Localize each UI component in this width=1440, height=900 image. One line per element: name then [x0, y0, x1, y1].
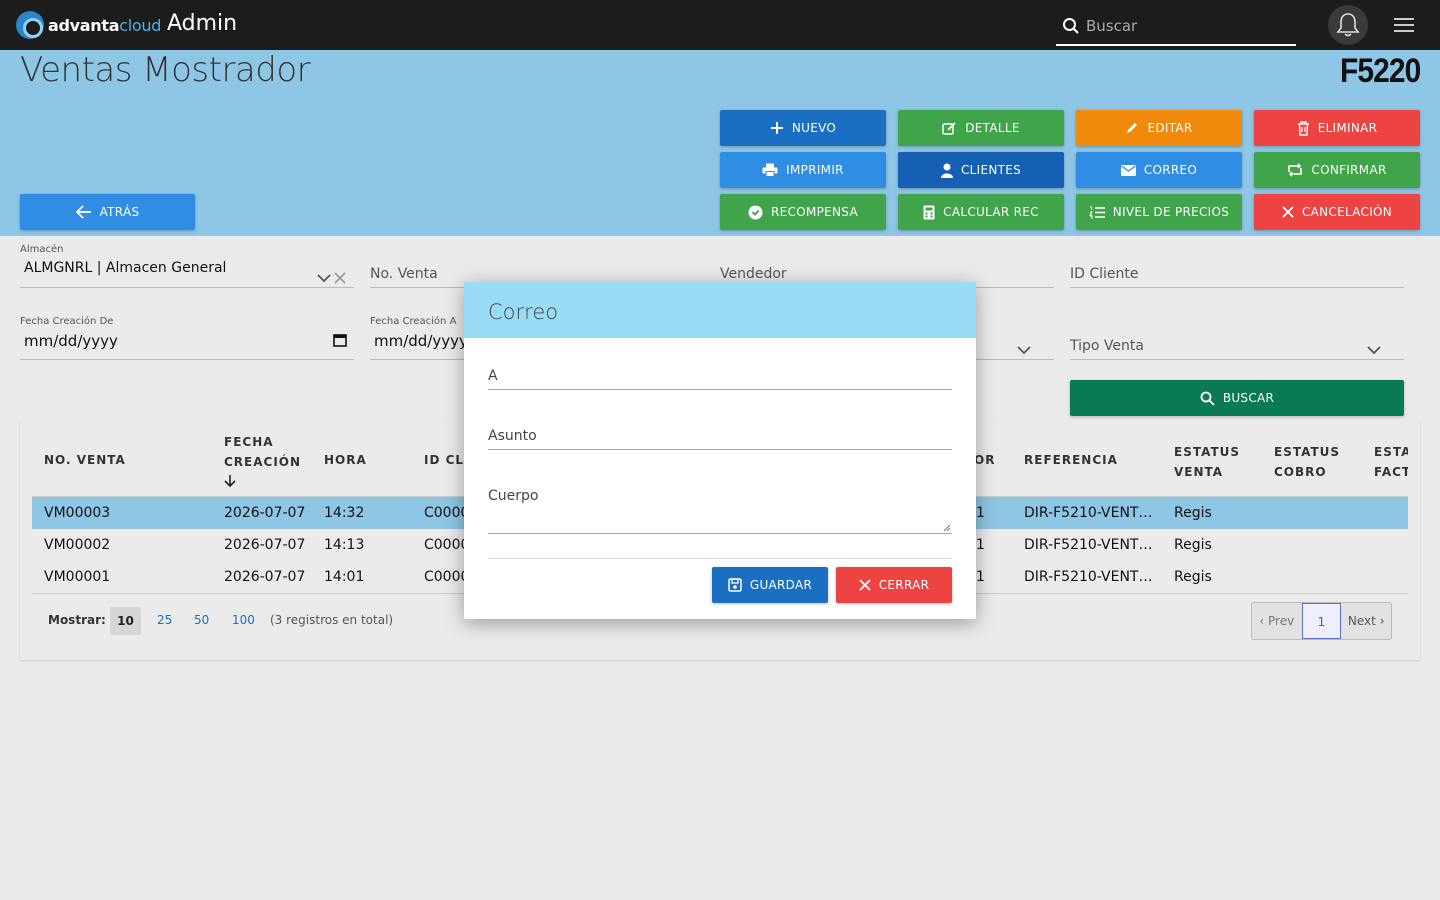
chevron-down-icon — [317, 274, 331, 283]
calculate-button[interactable]: CALCULAR REC — [898, 194, 1064, 230]
check-circle-icon — [748, 205, 763, 219]
confirm-button[interactable]: CONFIRMAR — [1254, 152, 1420, 188]
page-title: Ventas Mostrador — [20, 50, 311, 90]
envelope-icon — [1120, 164, 1136, 176]
search-box[interactable] — [1056, 8, 1296, 46]
clients-button[interactable]: CLIENTES — [898, 152, 1064, 188]
to-input[interactable]: A — [488, 366, 952, 390]
arrow-left-icon — [75, 205, 91, 219]
chevron-down-icon — [1367, 346, 1381, 355]
repeat-icon — [1288, 163, 1303, 177]
edit-button[interactable]: EDITAR — [1076, 110, 1242, 146]
close-button[interactable]: CERRAR — [836, 567, 952, 603]
close-icon — [859, 579, 871, 591]
logo-icon — [16, 11, 44, 39]
calendar-icon[interactable] — [333, 333, 347, 347]
subject-input[interactable]: Asunto — [488, 426, 952, 450]
body-textarea[interactable]: Cuerpo — [488, 486, 952, 534]
user-icon — [940, 163, 953, 178]
col-header-referencia[interactable]: REFERENCIA — [1024, 450, 1118, 470]
client-id-input[interactable]: ID Cliente — [1070, 258, 1404, 288]
date-from-input[interactable]: Fecha Creación De mm/dd/yyyy — [20, 316, 354, 360]
delete-button[interactable]: ELIMINAR — [1254, 110, 1420, 146]
app-title: Admin — [167, 11, 238, 36]
brand-name: advantacloud — [48, 15, 162, 35]
resize-handle-icon[interactable] — [943, 524, 951, 532]
sale-type-select[interactable]: Tipo Venta — [1070, 330, 1404, 360]
brand-logo[interactable]: advantacloud — [16, 11, 161, 39]
company-code: F5220 — [1339, 52, 1421, 90]
col-header-hora[interactable]: HORA — [324, 450, 367, 470]
col-header-estatus-venta[interactable]: ESTATUS VENTA — [1174, 442, 1240, 482]
notifications-button[interactable] — [1328, 5, 1368, 45]
warehouse-select[interactable]: Almacén ALMGNRL | Almacen General — [20, 244, 354, 288]
edit-square-icon — [942, 121, 956, 135]
reward-button[interactable]: RECOMPENSA — [720, 194, 886, 230]
trash-icon — [1297, 120, 1309, 136]
hamburger-menu-icon[interactable] — [1394, 15, 1414, 35]
prev-page-button[interactable]: ‹ Prev — [1252, 603, 1302, 639]
pagination: ‹ Prev 1 Next › — [1251, 602, 1392, 640]
bell-icon — [1336, 13, 1360, 37]
page-size-25[interactable]: 25 — [157, 613, 172, 627]
col-header-no-venta[interactable]: NO. VENTA — [44, 450, 126, 470]
save-button[interactable]: GUARDAR — [712, 567, 828, 603]
page-size-10[interactable]: 10 — [110, 607, 141, 635]
top-navbar: advantacloud Admin — [0, 0, 1440, 50]
dialog-divider — [488, 558, 952, 559]
search-input[interactable] — [1086, 17, 1286, 35]
calculator-icon — [923, 205, 935, 219]
list-numbered-icon — [1088, 206, 1105, 219]
sort-down-icon — [224, 475, 236, 488]
page-1-button[interactable]: 1 — [1301, 603, 1342, 639]
col-header-estatus-fact[interactable]: ESTA FACT — [1374, 442, 1408, 482]
page-header: Ventas Mostrador F5220 ATRÁS NUEVO DETAL… — [0, 50, 1440, 236]
print-button[interactable]: IMPRIMIR — [720, 152, 886, 188]
plus-icon — [770, 122, 783, 134]
dialog-title: Correo — [488, 300, 559, 324]
mail-button[interactable]: CORREO — [1076, 152, 1242, 188]
chevron-down-icon — [1017, 346, 1031, 355]
page-size-label: Mostrar: — [48, 613, 106, 627]
floppy-disk-icon — [728, 578, 742, 592]
clear-icon[interactable] — [334, 272, 346, 284]
page-size-50[interactable]: 50 — [194, 613, 209, 627]
col-header-id-cliente[interactable]: ID CLI — [424, 450, 470, 470]
warehouse-label: Almacén — [20, 244, 64, 255]
page-size-100[interactable]: 100 — [232, 613, 255, 627]
price-level-button[interactable]: NIVEL DE PRECIOS — [1076, 194, 1242, 230]
search-button[interactable]: BUSCAR — [1070, 380, 1404, 416]
search-icon — [1200, 391, 1215, 406]
next-page-button[interactable]: Next › — [1341, 603, 1391, 639]
mail-dialog: Correo A Asunto Cuerpo GUARDAR CERRAR — [464, 282, 976, 619]
detail-button[interactable]: DETALLE — [898, 110, 1064, 146]
warehouse-value: ALMGNRL | Almacen General — [24, 260, 227, 276]
col-header-fecha[interactable]: FECHA CREACIÓN — [224, 432, 301, 488]
cancellation-button[interactable]: CANCELACIÓN — [1254, 194, 1420, 230]
search-icon — [1056, 17, 1086, 35]
back-button[interactable]: ATRÁS — [20, 194, 195, 230]
records-total: (3 registros en total) — [270, 613, 394, 627]
col-header-vendedor[interactable]: OR — [974, 450, 995, 470]
col-header-estatus-cobro[interactable]: ESTATUS COBRO — [1274, 442, 1340, 482]
new-button[interactable]: NUEVO — [720, 110, 886, 146]
close-icon — [1282, 206, 1294, 218]
pencil-icon — [1127, 123, 1138, 133]
printer-icon — [762, 163, 778, 177]
